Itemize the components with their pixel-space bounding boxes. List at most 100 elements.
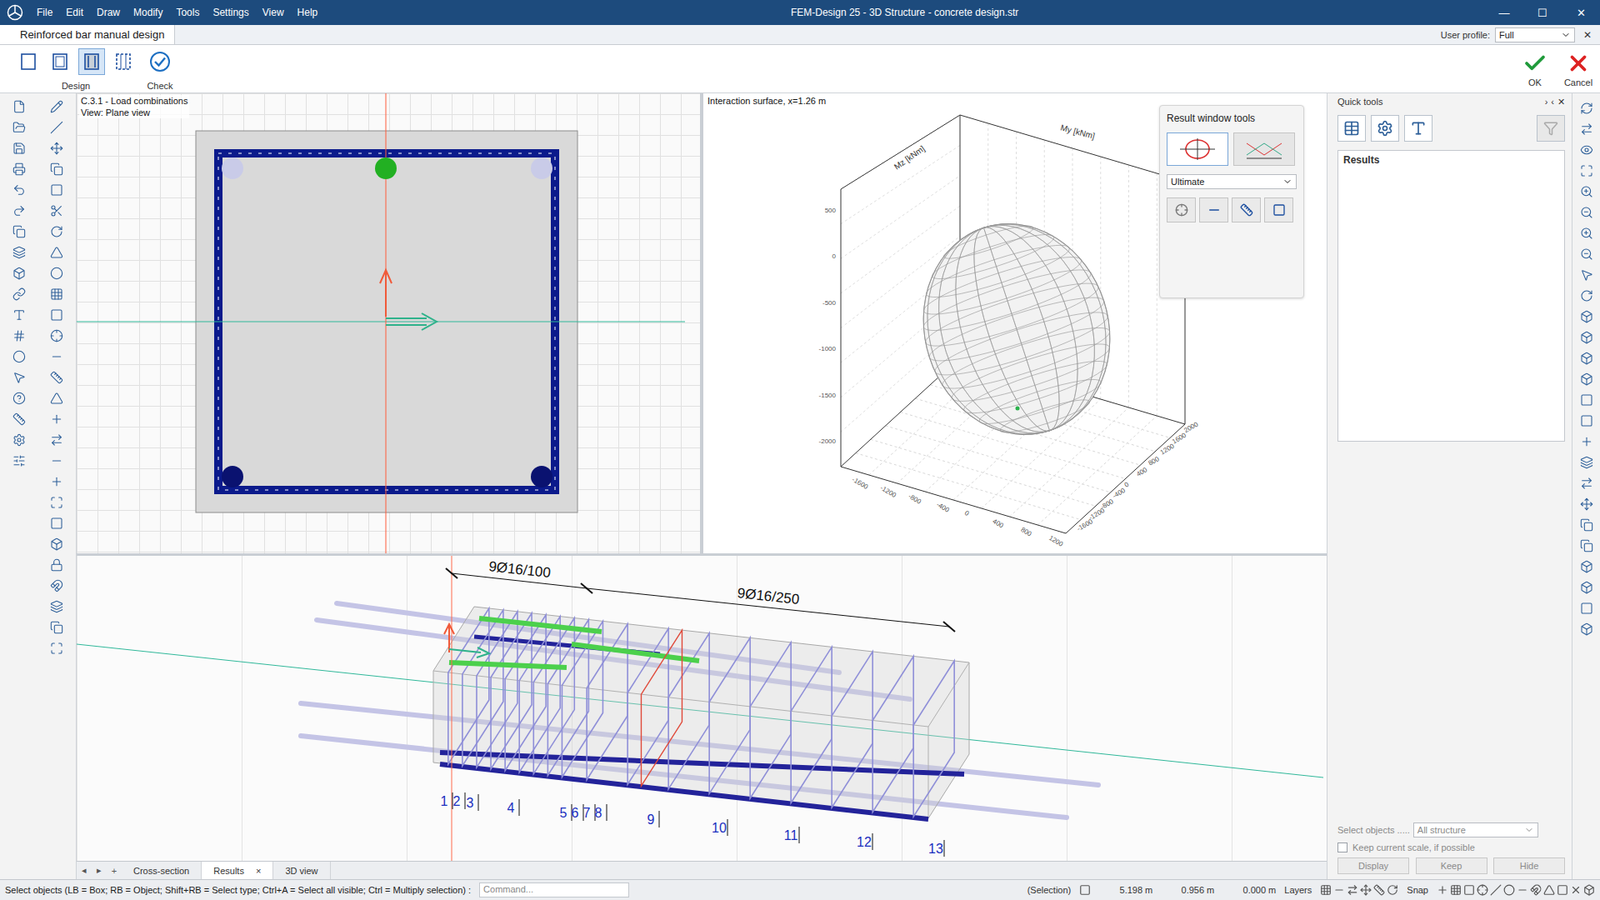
tool-button[interactable] xyxy=(45,555,68,575)
menu-item[interactable]: Draw xyxy=(90,6,127,19)
rebar[interactable] xyxy=(221,157,244,180)
status-tool-icon[interactable] xyxy=(1373,884,1385,896)
snap-tool-icon[interactable] xyxy=(1476,884,1489,896)
command-field[interactable]: Command... xyxy=(479,882,630,898)
menu-item[interactable]: Edit xyxy=(59,6,90,19)
mode-button[interactable] xyxy=(1166,132,1229,166)
select-objects-dropdown[interactable]: All structure xyxy=(1413,822,1539,838)
snap-button[interactable]: Snap xyxy=(1406,885,1429,895)
tool-button[interactable] xyxy=(45,430,68,450)
section-marker[interactable]: 4 xyxy=(507,799,520,816)
cross-section-view[interactable]: C.3.1 - Load combinationsView: Plane vie… xyxy=(76,93,700,554)
tool-button[interactable] xyxy=(1575,223,1598,244)
view-option-button[interactable] xyxy=(1166,197,1196,223)
text-button[interactable] xyxy=(1404,115,1433,142)
tool-button[interactable] xyxy=(45,575,68,596)
panel-control[interactable]: ✕ xyxy=(1557,96,1565,108)
filter-button[interactable] xyxy=(1536,115,1565,142)
3d-view[interactable]: 9Ø16/1009Ø16/25012345678910111213 xyxy=(76,555,1327,861)
section-marker[interactable]: 8 xyxy=(595,804,607,821)
tool-button[interactable] xyxy=(8,242,30,263)
status-tool-icon[interactable] xyxy=(1333,884,1345,896)
panel-control[interactable]: › xyxy=(1545,96,1549,107)
view-tab[interactable]: Cross-section xyxy=(121,861,202,880)
tool-button[interactable] xyxy=(8,450,30,471)
snap-tool-icon[interactable] xyxy=(1503,884,1515,896)
snap-tool-icon[interactable] xyxy=(1490,884,1502,896)
tool-button[interactable] xyxy=(1575,556,1598,577)
panel-control[interactable]: ‹ xyxy=(1550,96,1555,107)
ribbon-button[interactable] xyxy=(110,48,137,75)
rebar[interactable] xyxy=(221,465,244,488)
tool-button[interactable] xyxy=(8,346,30,367)
view-tab[interactable]: 3D view xyxy=(273,861,330,880)
tab-nav[interactable]: + xyxy=(106,861,122,880)
tool-button[interactable] xyxy=(1575,515,1598,535)
window-control[interactable]: ✕ xyxy=(1561,6,1600,20)
limit-state-select[interactable]: Ultimate xyxy=(1166,174,1297,190)
section-marker[interactable]: 6 xyxy=(571,804,584,821)
status-tool-icon[interactable] xyxy=(1320,884,1332,896)
tool-button[interactable] xyxy=(45,638,68,659)
window-control[interactable]: — xyxy=(1485,6,1524,20)
menu-item[interactable]: Settings xyxy=(205,6,255,19)
tool-button[interactable] xyxy=(45,305,68,325)
tool-button[interactable] xyxy=(8,138,30,159)
tool-button[interactable] xyxy=(45,284,68,305)
status-tool-icon[interactable] xyxy=(1346,884,1359,896)
tool-button[interactable] xyxy=(45,200,68,221)
rebar[interactable] xyxy=(530,157,553,180)
menu-item[interactable]: View xyxy=(255,6,291,19)
menu-item[interactable]: Tools xyxy=(169,6,206,19)
tool-button[interactable] xyxy=(1575,140,1598,160)
menu-item[interactable]: Modify xyxy=(126,6,170,19)
tool-button[interactable] xyxy=(1575,452,1598,473)
tool-button[interactable] xyxy=(45,180,68,200)
tool-button[interactable] xyxy=(1575,202,1598,223)
tool-button[interactable] xyxy=(1575,535,1598,556)
tool-button[interactable] xyxy=(8,325,30,346)
ribbon-button[interactable] xyxy=(146,48,174,75)
tool-button[interactable] xyxy=(45,513,68,534)
tool-button[interactable] xyxy=(1575,244,1598,265)
window-control[interactable]: ☐ xyxy=(1523,6,1562,20)
tool-button[interactable] xyxy=(45,96,68,117)
tool-button[interactable] xyxy=(1575,598,1598,619)
tool-button[interactable] xyxy=(45,263,68,284)
tool-button[interactable] xyxy=(1575,431,1598,452)
results-list-button[interactable] xyxy=(1337,115,1366,142)
tool-button[interactable] xyxy=(1575,494,1598,515)
section-marker[interactable]: 11 xyxy=(784,826,800,844)
tool-button[interactable] xyxy=(8,117,30,138)
status-tool-icon[interactable] xyxy=(1386,884,1399,896)
zone-label[interactable]: 9Ø16/250 xyxy=(736,585,800,608)
tool-button[interactable] xyxy=(1575,285,1598,306)
settings-button[interactable] xyxy=(1370,115,1400,142)
tool-button[interactable] xyxy=(8,221,30,242)
section-marker[interactable]: 2 xyxy=(453,792,465,810)
tool-button[interactable] xyxy=(45,450,68,471)
ribbon-button[interactable] xyxy=(46,48,74,75)
snap-tool-icon[interactable] xyxy=(1450,884,1462,896)
tool-button[interactable] xyxy=(8,430,30,450)
menu-item[interactable]: Help xyxy=(290,6,325,19)
section-marker[interactable]: 10 xyxy=(711,819,728,836)
zone-label[interactable]: 9Ø16/100 xyxy=(487,558,551,581)
tool-button[interactable] xyxy=(8,159,30,180)
tool-button[interactable] xyxy=(45,409,68,430)
ribbon-button[interactable] xyxy=(78,48,105,75)
snap-tool-icon[interactable] xyxy=(1530,884,1542,896)
tool-button[interactable] xyxy=(45,492,68,513)
mode-button[interactable] xyxy=(1233,132,1295,166)
view-tab[interactable]: Results× xyxy=(201,861,274,880)
tool-button[interactable] xyxy=(45,117,68,138)
section-marker[interactable]: 1 xyxy=(440,792,453,810)
snap-tool-icon[interactable] xyxy=(1556,884,1569,896)
tool-button[interactable] xyxy=(1575,119,1598,140)
rebar[interactable] xyxy=(530,465,553,488)
tool-button[interactable] xyxy=(1575,473,1598,494)
tool-button[interactable] xyxy=(8,263,30,284)
section-marker[interactable]: 13 xyxy=(928,840,945,857)
tool-button[interactable] xyxy=(1575,327,1598,348)
tool-button[interactable] xyxy=(45,325,68,346)
